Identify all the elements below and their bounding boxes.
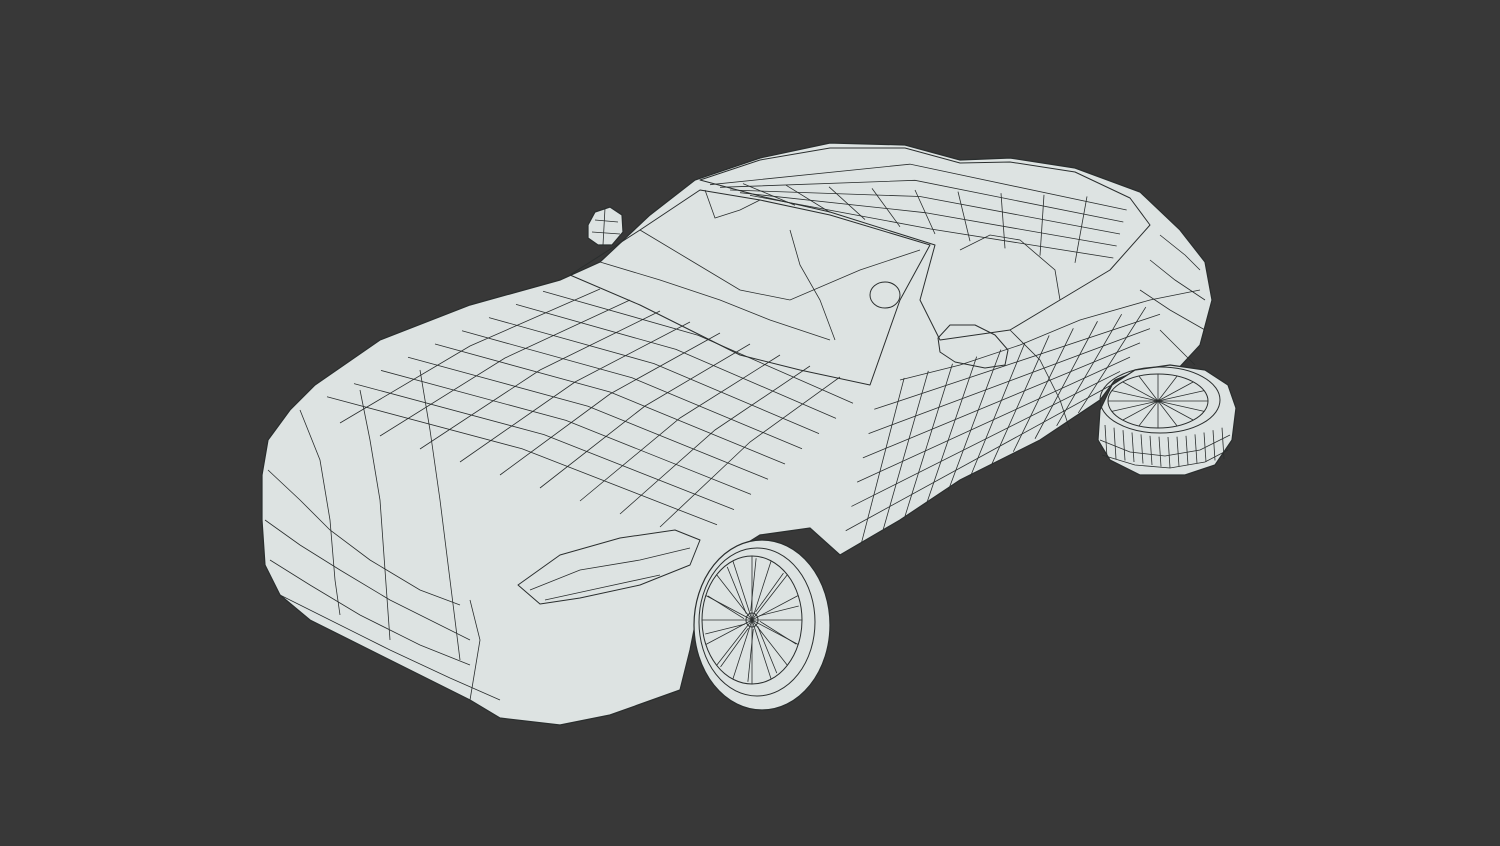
rear-wheel[interactable] (1097, 364, 1237, 476)
3d-viewport[interactable] (0, 0, 1500, 846)
scene-canvas[interactable] (0, 0, 1500, 846)
side-mirror-left[interactable] (587, 206, 624, 246)
front-wheel[interactable] (693, 539, 831, 711)
